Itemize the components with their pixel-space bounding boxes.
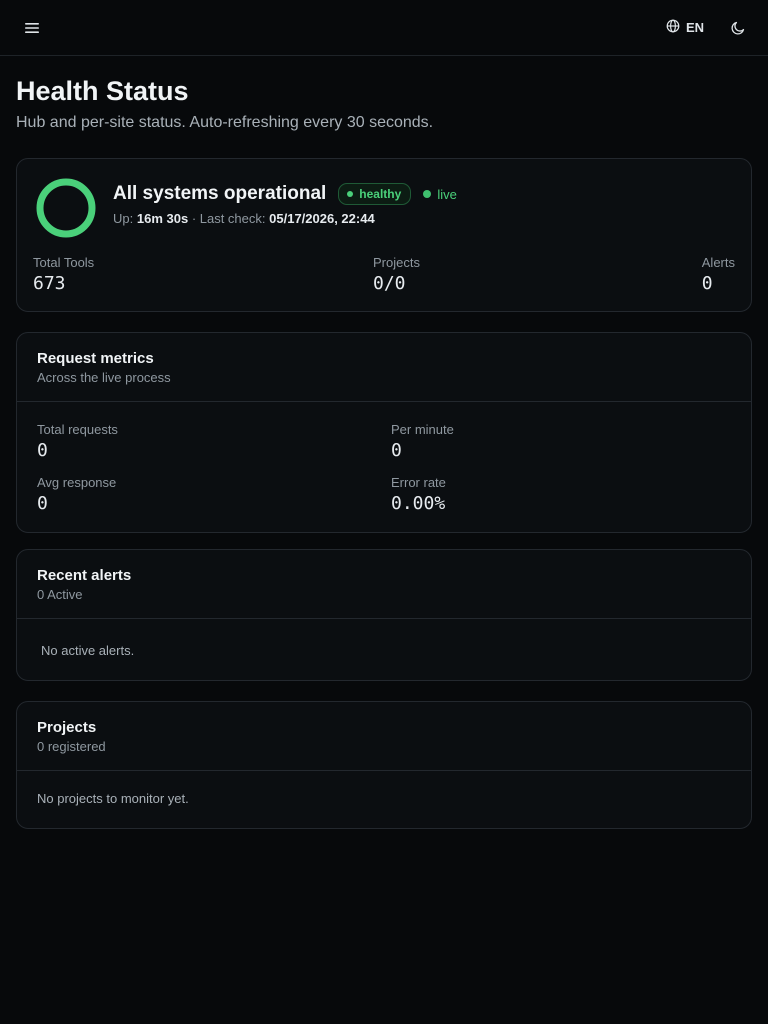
metric-value: 0: [391, 440, 402, 461]
uptime-value: 16m 30s: [136, 211, 189, 226]
metric-value: 0: [37, 493, 48, 514]
stat-alerts: Alerts 0: [702, 255, 735, 294]
status-dot-icon: [347, 191, 354, 197]
stat-value: 0/0: [373, 273, 406, 294]
metric-label: Total requests: [37, 422, 118, 437]
status-badge-label: healthy: [359, 187, 402, 201]
page-content: Health Status Hub and per-site status. A…: [0, 74, 768, 829]
metric-label: Per minute: [391, 422, 454, 437]
stat-projects: Projects 0/0: [373, 255, 420, 294]
metric-total-requests: Total requests 0: [37, 422, 391, 461]
projects-empty-state: No projects to monitor yet.: [37, 791, 189, 806]
uptime-label: Up:: [113, 211, 134, 226]
section-title: Projects: [37, 719, 97, 736]
stat-label: Projects: [373, 255, 420, 270]
section-subtitle: 0 registered: [37, 739, 106, 754]
summary-stats: Total Tools 673 Projects 0/0 Alerts 0: [33, 255, 735, 294]
system-status-card: All systems operational healthy live Up:…: [16, 158, 752, 312]
projects-card: Projects 0 registered No projects to mon…: [16, 701, 752, 829]
status-badge: healthy: [338, 183, 412, 205]
metric-per-minute: Per minute 0: [391, 422, 731, 461]
globe-icon: [666, 19, 680, 36]
section-subtitle: 0 Active: [37, 587, 83, 602]
last-check-label: · Last check:: [191, 211, 266, 226]
section-title: Request metrics: [37, 350, 154, 367]
recent-alerts-card: Recent alerts 0 Active No active alerts.: [16, 549, 752, 681]
top-bar: EN: [0, 0, 768, 56]
language-label: EN: [685, 20, 704, 35]
live-dot-icon: [423, 190, 432, 198]
metric-label: Error rate: [391, 475, 446, 490]
stat-value: 673: [33, 273, 66, 294]
uptime-line: Up: 16m 30s · Last check: 05/17/2026, 22…: [113, 211, 457, 226]
section-title: Recent alerts: [37, 567, 132, 584]
stat-total-tools: Total Tools 673: [33, 255, 94, 294]
language-switcher[interactable]: EN: [666, 19, 704, 36]
page-subtitle: Hub and per-site status. Auto-refreshing…: [16, 114, 434, 131]
request-metrics-card: Request metrics Across the live process …: [16, 332, 752, 533]
metric-label: Avg response: [37, 475, 117, 490]
live-indicator: live: [423, 187, 457, 202]
alerts-empty-state: No active alerts.: [41, 643, 135, 658]
stat-label: Alerts: [701, 255, 735, 270]
moon-icon[interactable]: [726, 16, 750, 40]
stat-label: Total Tools: [33, 255, 95, 270]
stat-value: 0: [701, 273, 713, 294]
hamburger-menu-icon[interactable]: [20, 16, 44, 40]
health-ring-icon: [36, 178, 96, 238]
page-title: Health Status: [16, 76, 189, 106]
metric-avg-response: Avg response 0: [37, 475, 391, 514]
section-subtitle: Across the live process: [37, 370, 171, 385]
last-check-value: 05/17/2026, 22:44: [269, 211, 375, 226]
status-headline: All systems operational: [113, 183, 327, 204]
metric-value: 0.00%: [391, 493, 446, 514]
live-label: live: [437, 186, 457, 202]
metric-error-rate: Error rate 0.00%: [391, 475, 731, 514]
metric-value: 0: [37, 440, 48, 461]
